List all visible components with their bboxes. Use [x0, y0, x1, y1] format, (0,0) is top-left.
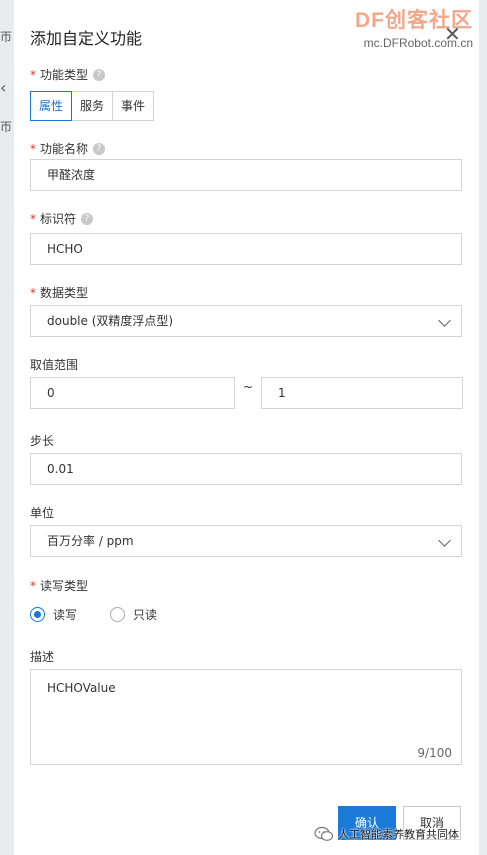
- radio-unchecked-icon: [110, 607, 125, 622]
- identifier-label-text: 标识符: [40, 212, 77, 226]
- rw-type-label-text: 读写类型: [40, 579, 89, 593]
- feature-type-service[interactable]: 服务: [71, 91, 114, 121]
- required-mark: *: [30, 211, 36, 226]
- description-textarea[interactable]: HCHOValue 9/100: [30, 669, 462, 765]
- required-mark: *: [30, 578, 36, 593]
- description-label: 描述: [30, 650, 55, 664]
- feature-type-event[interactable]: 事件: [112, 91, 155, 121]
- data-type-label-text: 数据类型: [40, 286, 89, 300]
- value-range-label: 取值范围: [30, 358, 79, 372]
- range-min-input[interactable]: 0: [30, 377, 235, 409]
- step-label: 步长: [30, 434, 55, 448]
- wechat-watermark: 人工智能素养教育共同体: [314, 826, 459, 842]
- feature-name-label-text: 功能名称: [40, 142, 89, 156]
- background-text-fragment: 帀: [0, 30, 13, 44]
- dialog-title: 添加自定义功能: [30, 29, 143, 48]
- required-mark: *: [30, 285, 36, 300]
- required-mark: *: [30, 141, 36, 156]
- feature-type-property[interactable]: 属性: [30, 91, 73, 121]
- background-page-right: [479, 0, 487, 855]
- data-type-value: double (双精度浮点型): [47, 314, 174, 328]
- feature-type-label-text: 功能类型: [40, 68, 89, 82]
- char-counter: 9/100: [417, 746, 452, 760]
- range-separator: ~: [243, 380, 254, 394]
- rw-option-read-write[interactable]: 读写: [30, 606, 77, 623]
- chevron-down-icon: [438, 314, 451, 327]
- help-icon[interactable]: ?: [93, 68, 106, 81]
- rw-option-label: 读写: [53, 608, 78, 622]
- rw-option-label: 只读: [133, 608, 158, 622]
- background-text-fragment: 帀: [0, 120, 13, 134]
- help-icon[interactable]: ?: [81, 212, 94, 225]
- identifier-label: * 标识符 ?: [30, 210, 94, 227]
- data-type-label: * 数据类型: [30, 284, 88, 301]
- back-arrow-icon: ‹: [0, 78, 7, 97]
- close-icon[interactable]: ✕: [444, 22, 461, 46]
- unit-select[interactable]: 百万分率 / ppm: [30, 525, 462, 557]
- feature-type-selector: 属性 服务 事件: [30, 91, 155, 121]
- help-icon[interactable]: ?: [93, 142, 106, 155]
- chevron-down-icon: [438, 534, 451, 547]
- required-mark: *: [30, 67, 36, 82]
- feature-name-label: * 功能名称 ?: [30, 140, 106, 157]
- identifier-input[interactable]: HCHO: [30, 233, 462, 265]
- radio-checked-icon: [30, 607, 45, 622]
- unit-value: 百万分率 / ppm: [47, 534, 134, 548]
- rw-option-read-only[interactable]: 只读: [110, 606, 157, 623]
- rw-type-label: * 读写类型: [30, 577, 88, 594]
- description-value: HCHOValue: [47, 681, 116, 695]
- wechat-account-name: 人工智能素养教育共同体: [338, 828, 459, 841]
- feature-name-input[interactable]: 甲醛浓度: [30, 159, 462, 191]
- data-type-select[interactable]: double (双精度浮点型): [30, 305, 462, 337]
- wechat-icon: [314, 826, 334, 841]
- add-feature-dialog: 添加自定义功能 DF创客社区 mc.DFRobot.com.cn ✕ * 功能类…: [14, 0, 479, 855]
- feature-type-label: * 功能类型 ?: [30, 66, 106, 83]
- unit-label: 单位: [30, 506, 55, 520]
- step-input[interactable]: 0.01: [30, 453, 462, 485]
- range-max-input[interactable]: 1: [261, 377, 463, 409]
- background-page: 帀 ‹ 帀: [0, 0, 14, 855]
